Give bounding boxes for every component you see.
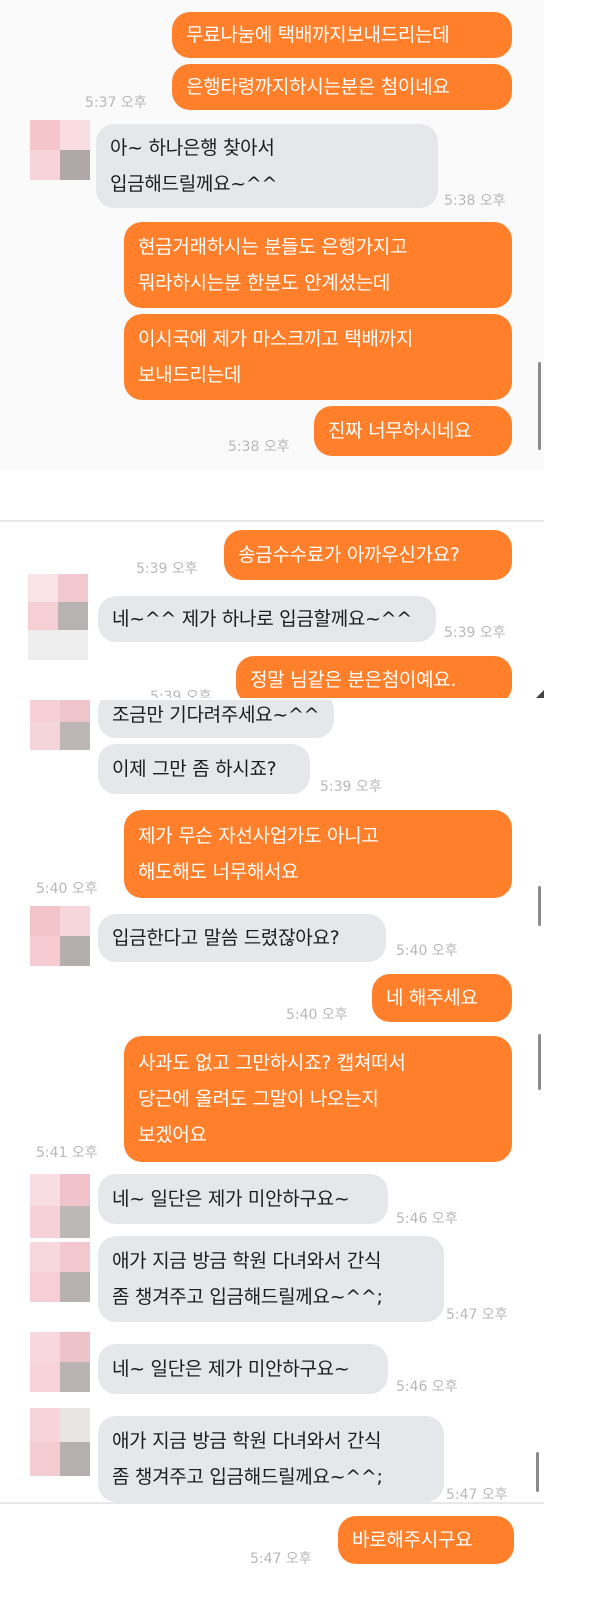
incoming-message: 아~ 하나은행 찾아서 입금해드릴께요~^^ [96,124,438,208]
scrollbar[interactable] [538,1034,541,1090]
incoming-message: 애가 지금 방금 학원 다녀와서 간식 좀 챙겨주고 입금해드릴께요~^^; [98,1416,444,1502]
blurred-avatar-icon [30,1408,92,1478]
timestamp: 5:40 오후 [286,1007,348,1023]
blurred-avatar-icon [30,1242,92,1304]
scrollbar[interactable] [536,1452,539,1492]
incoming-message: 네~ 일단은 제가 미안하구요~ [98,1344,388,1394]
incoming-message: 조금만 기다려주세요~^^ [98,700,334,738]
outgoing-message: 정말 님같은 분은첨이예요. [236,656,512,698]
outgoing-message: 이시국에 제가 마스크끼고 택배까지 보내드리는데 [124,314,512,400]
blurred-avatar-icon [30,906,92,966]
scrollbar[interactable] [538,362,541,450]
outgoing-message: 현금거래하시는 분들도 은행가지고 뭐라하시는분 한분도 안계셨는데 [124,222,512,308]
chat-screenshot-2: 송금수수료가 아까우신가요? 5:39 오후 네~^^ 제가 하나로 입금할께요… [0,522,544,698]
timestamp: 5:38 오후 [228,439,290,455]
outgoing-message: 사과도 없고 그만하시죠? 캡쳐떠서 당근에 올려도 그말이 나오는지 보겠어요 [124,1036,512,1162]
timestamp: 5:40 오후 [36,881,98,897]
timestamp: 5:39 오후 [444,625,506,641]
incoming-message: 입금한다고 말씀 드렸잖아요? [98,914,386,962]
chat-screenshot-1: 무료나눔에 택배까지보내드리는데 은행타령까지하시는분은 첨이네요 5:37 오… [0,0,544,470]
outgoing-message: 제가 무슨 자선사업가도 아니고 해도해도 너무해서요 [124,810,512,898]
timestamp: 5:39 오후 [320,779,382,795]
timestamp: 5:39 오후 [150,689,212,698]
blurred-avatar-icon [30,700,92,752]
timestamp: 5:47 오후 [250,1551,312,1567]
scrollbar[interactable] [538,886,541,926]
blurred-avatar-icon [30,1174,92,1238]
chat-screenshot-3: 조금만 기다려주세요~^^ 이제 그만 좀 하시죠? 5:39 오후 제가 무슨… [0,700,544,1332]
incoming-message: 이제 그만 좀 하시죠? [98,744,310,794]
blurred-avatar-icon [30,1332,92,1392]
outgoing-message: 송금수수료가 아까우신가요? [224,530,512,580]
outgoing-message: 은행타령까지하시는분은 첨이네요 [172,64,512,110]
incoming-message: 네~ 일단은 제가 미안하구요~ [98,1174,388,1224]
outgoing-message: 바로해주시구요 [338,1516,514,1564]
timestamp: 5:39 오후 [136,561,198,577]
timestamp: 5:37 오후 [85,95,147,111]
incoming-message: 네~^^ 제가 하나로 입금할께요~^^ [98,596,436,642]
timestamp: 5:38 오후 [444,193,506,209]
blurred-avatar-icon [28,574,90,660]
resize-corner-icon [536,690,544,698]
timestamp: 5:47 오후 [446,1307,508,1323]
timestamp: 5:41 오후 [36,1145,98,1161]
outgoing-message: 무료나눔에 택배까지보내드리는데 [172,12,512,58]
timestamp: 5:46 오후 [396,1379,458,1395]
timestamp: 5:47 오후 [446,1487,508,1503]
input-divider [0,1502,544,1504]
chat-screenshot-4: 네~ 일단은 제가 미안하구요~ 5:46 오후 애가 지금 방금 학원 다녀와… [0,1332,544,1613]
incoming-message: 애가 지금 방금 학원 다녀와서 간식 좀 챙겨주고 입금해드릴께요~^^; [98,1236,444,1322]
timestamp: 5:46 오후 [396,1211,458,1227]
timestamp: 5:40 오후 [396,943,458,959]
outgoing-message: 진짜 너무하시네요 [314,406,512,456]
outgoing-message: 네 해주세요 [372,974,512,1022]
blurred-avatar-icon [30,120,92,182]
